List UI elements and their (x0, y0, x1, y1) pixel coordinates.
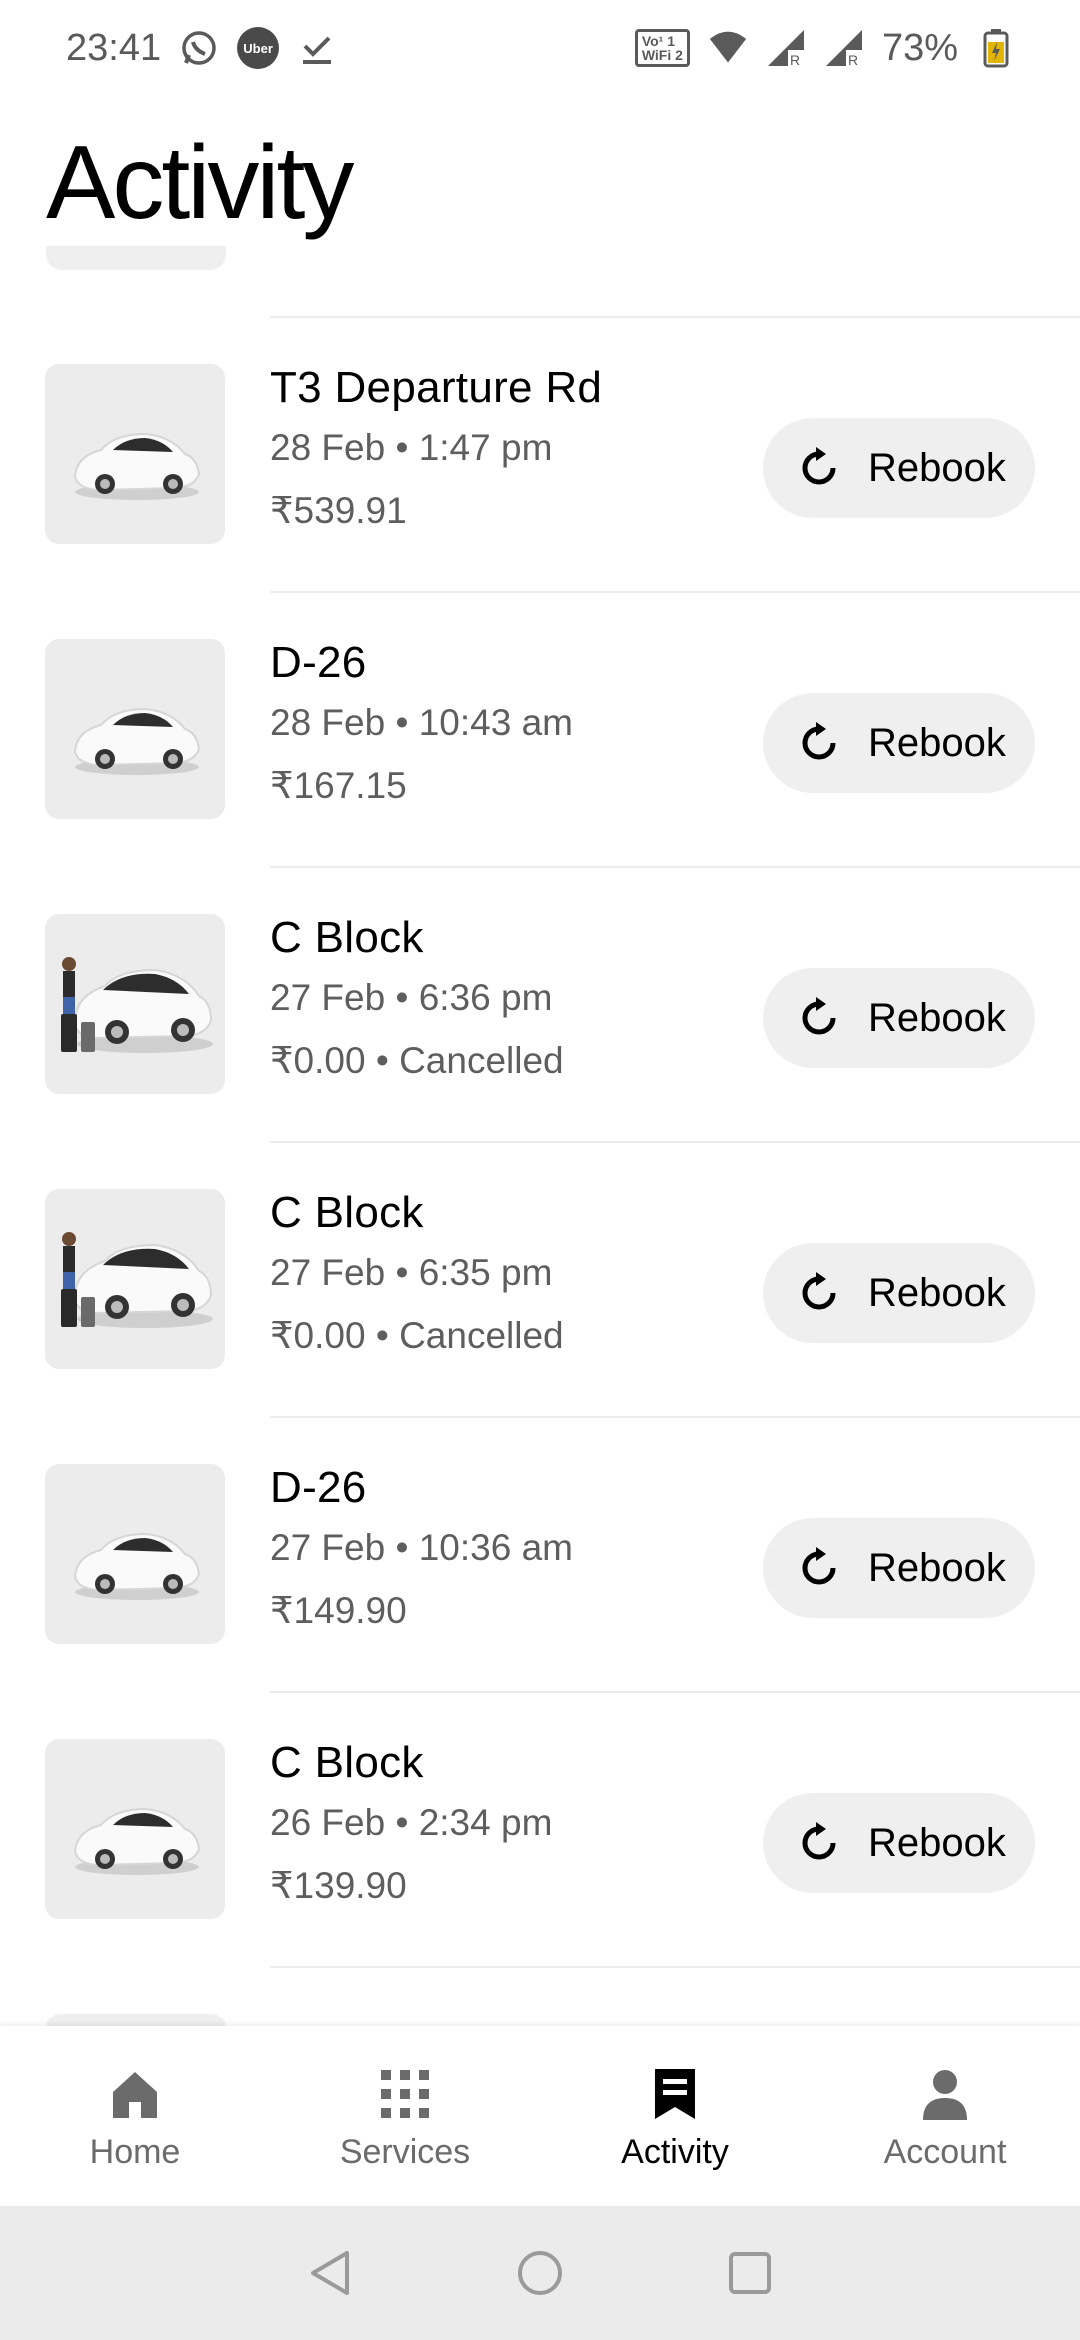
rebook-icon (798, 447, 840, 489)
trip-date: 27 Feb • 6:35 pm (270, 1252, 553, 1293)
rebook-button[interactable]: Rebook (763, 418, 1035, 518)
trip-fare: ₹0.00 • Cancelled (270, 1040, 564, 1081)
trip-fare: ₹139.90 (270, 1865, 407, 1906)
trip-fare: ₹0.00 • Cancelled (270, 1315, 564, 1356)
trip-destination: D-26 (270, 638, 367, 687)
rebook-icon (798, 997, 840, 1039)
trip-fare: ₹149.90 (270, 1590, 407, 1631)
status-bar: 23:41 Uber Vo¹ 1 WiFi 2 R R 73% (0, 0, 1080, 96)
trip-fare: ₹539.91 (270, 490, 407, 531)
nav-label: Account (883, 2132, 1007, 2171)
trip-date: 26 Feb • 2:34 pm (270, 1802, 553, 1843)
trip-destination: C Block (270, 1738, 424, 1787)
home-icon (106, 2065, 164, 2123)
nav-home[interactable]: Home (0, 2026, 270, 2206)
car-icon (45, 364, 225, 544)
status-right: Vo¹ 1 WiFi 2 R R 73% (634, 26, 1016, 70)
grid-icon (376, 2065, 434, 2123)
rebook-label: Rebook (868, 1270, 1006, 1315)
status-time: 23:41 (66, 26, 162, 69)
battery-charging-icon (976, 28, 1016, 68)
recents-icon[interactable] (720, 2243, 780, 2303)
rebook-label: Rebook (868, 445, 1006, 490)
list-item[interactable]: C Block 26 Feb • 2:34 pm ₹139.90 Rebook (0, 1692, 1080, 1966)
rebook-label: Rebook (868, 720, 1006, 765)
trip-date: 27 Feb • 10:36 am (270, 1527, 573, 1568)
car-icon (45, 639, 225, 819)
list-item[interactable]: D-26 27 Feb • 10:36 am ₹149.90 Rebook (0, 1417, 1080, 1691)
person-icon (916, 2065, 974, 2123)
rebook-label: Rebook (868, 1820, 1006, 1865)
car-with-passenger-icon (45, 914, 225, 1094)
battery-percentage: 73% (881, 26, 958, 69)
list-item-peek-top (46, 246, 226, 270)
home-circle-icon[interactable] (510, 2243, 570, 2303)
volte-wifi-icon: Vo¹ 1 WiFi 2 (634, 29, 690, 67)
rebook-button[interactable]: Rebook (763, 1243, 1035, 1343)
list-item[interactable]: C Block 27 Feb • 6:35 pm ₹0.00 • Cancell… (0, 1142, 1080, 1416)
whatsapp-icon (179, 28, 219, 68)
rebook-icon (798, 1547, 840, 1589)
uber-icon: Uber (237, 27, 280, 69)
list-item[interactable]: D-26 28 Feb • 10:43 am ₹167.15 Rebook (0, 592, 1080, 866)
nav-services[interactable]: Services (270, 2026, 540, 2206)
trip-destination: T3 Departure Rd (270, 363, 603, 412)
receipt-icon (646, 2065, 704, 2123)
car-icon (45, 1739, 225, 1919)
back-icon[interactable] (300, 2243, 360, 2303)
rebook-icon (798, 1272, 840, 1314)
rebook-button[interactable]: Rebook (763, 968, 1035, 1068)
trip-destination: C Block (270, 913, 424, 962)
svg-text:R: R (848, 52, 858, 68)
rebook-button[interactable]: Rebook (763, 1518, 1035, 1618)
signal-r-icon: R (766, 28, 806, 68)
trip-date: 27 Feb • 6:36 pm (270, 977, 553, 1018)
nav-activity[interactable]: Activity (540, 2026, 810, 2206)
nav-label: Home (89, 2132, 181, 2171)
trip-destination: D-26 (270, 1463, 367, 1512)
rebook-button[interactable]: Rebook (763, 1793, 1035, 1893)
page-title: Activity (46, 125, 354, 241)
list-item[interactable]: C Block 27 Feb • 6:36 pm ₹0.00 • Cancell… (0, 867, 1080, 1141)
rebook-label: Rebook (868, 1545, 1006, 1590)
nav-account[interactable]: Account (810, 2026, 1080, 2206)
wifi-icon (708, 28, 748, 68)
nav-label: Services (339, 2132, 471, 2171)
bottom-nav: Home Services Activity Account (0, 2026, 1080, 2206)
trip-date: 28 Feb • 10:43 am (270, 702, 573, 743)
car-with-passenger-icon (45, 1189, 225, 1369)
system-nav-bar (0, 2206, 1080, 2340)
rebook-button[interactable]: Rebook (763, 693, 1035, 793)
nav-label: Activity (621, 2132, 729, 2171)
trip-destination: C Block (270, 1188, 424, 1237)
download-done-icon (297, 28, 337, 68)
svg-text:R: R (790, 52, 800, 68)
car-icon (45, 1464, 225, 1644)
trip-fare: ₹167.15 (270, 765, 407, 806)
divider (270, 1966, 1080, 1968)
trip-date: 28 Feb • 1:47 pm (270, 427, 553, 468)
rebook-label: Rebook (868, 995, 1006, 1040)
list-item[interactable]: T3 Departure Rd 28 Feb • 1:47 pm ₹539.91… (0, 317, 1080, 591)
rebook-icon (798, 1822, 840, 1864)
status-left: 23:41 Uber (66, 27, 337, 70)
rebook-icon (798, 722, 840, 764)
signal-r-icon: R (824, 28, 864, 68)
